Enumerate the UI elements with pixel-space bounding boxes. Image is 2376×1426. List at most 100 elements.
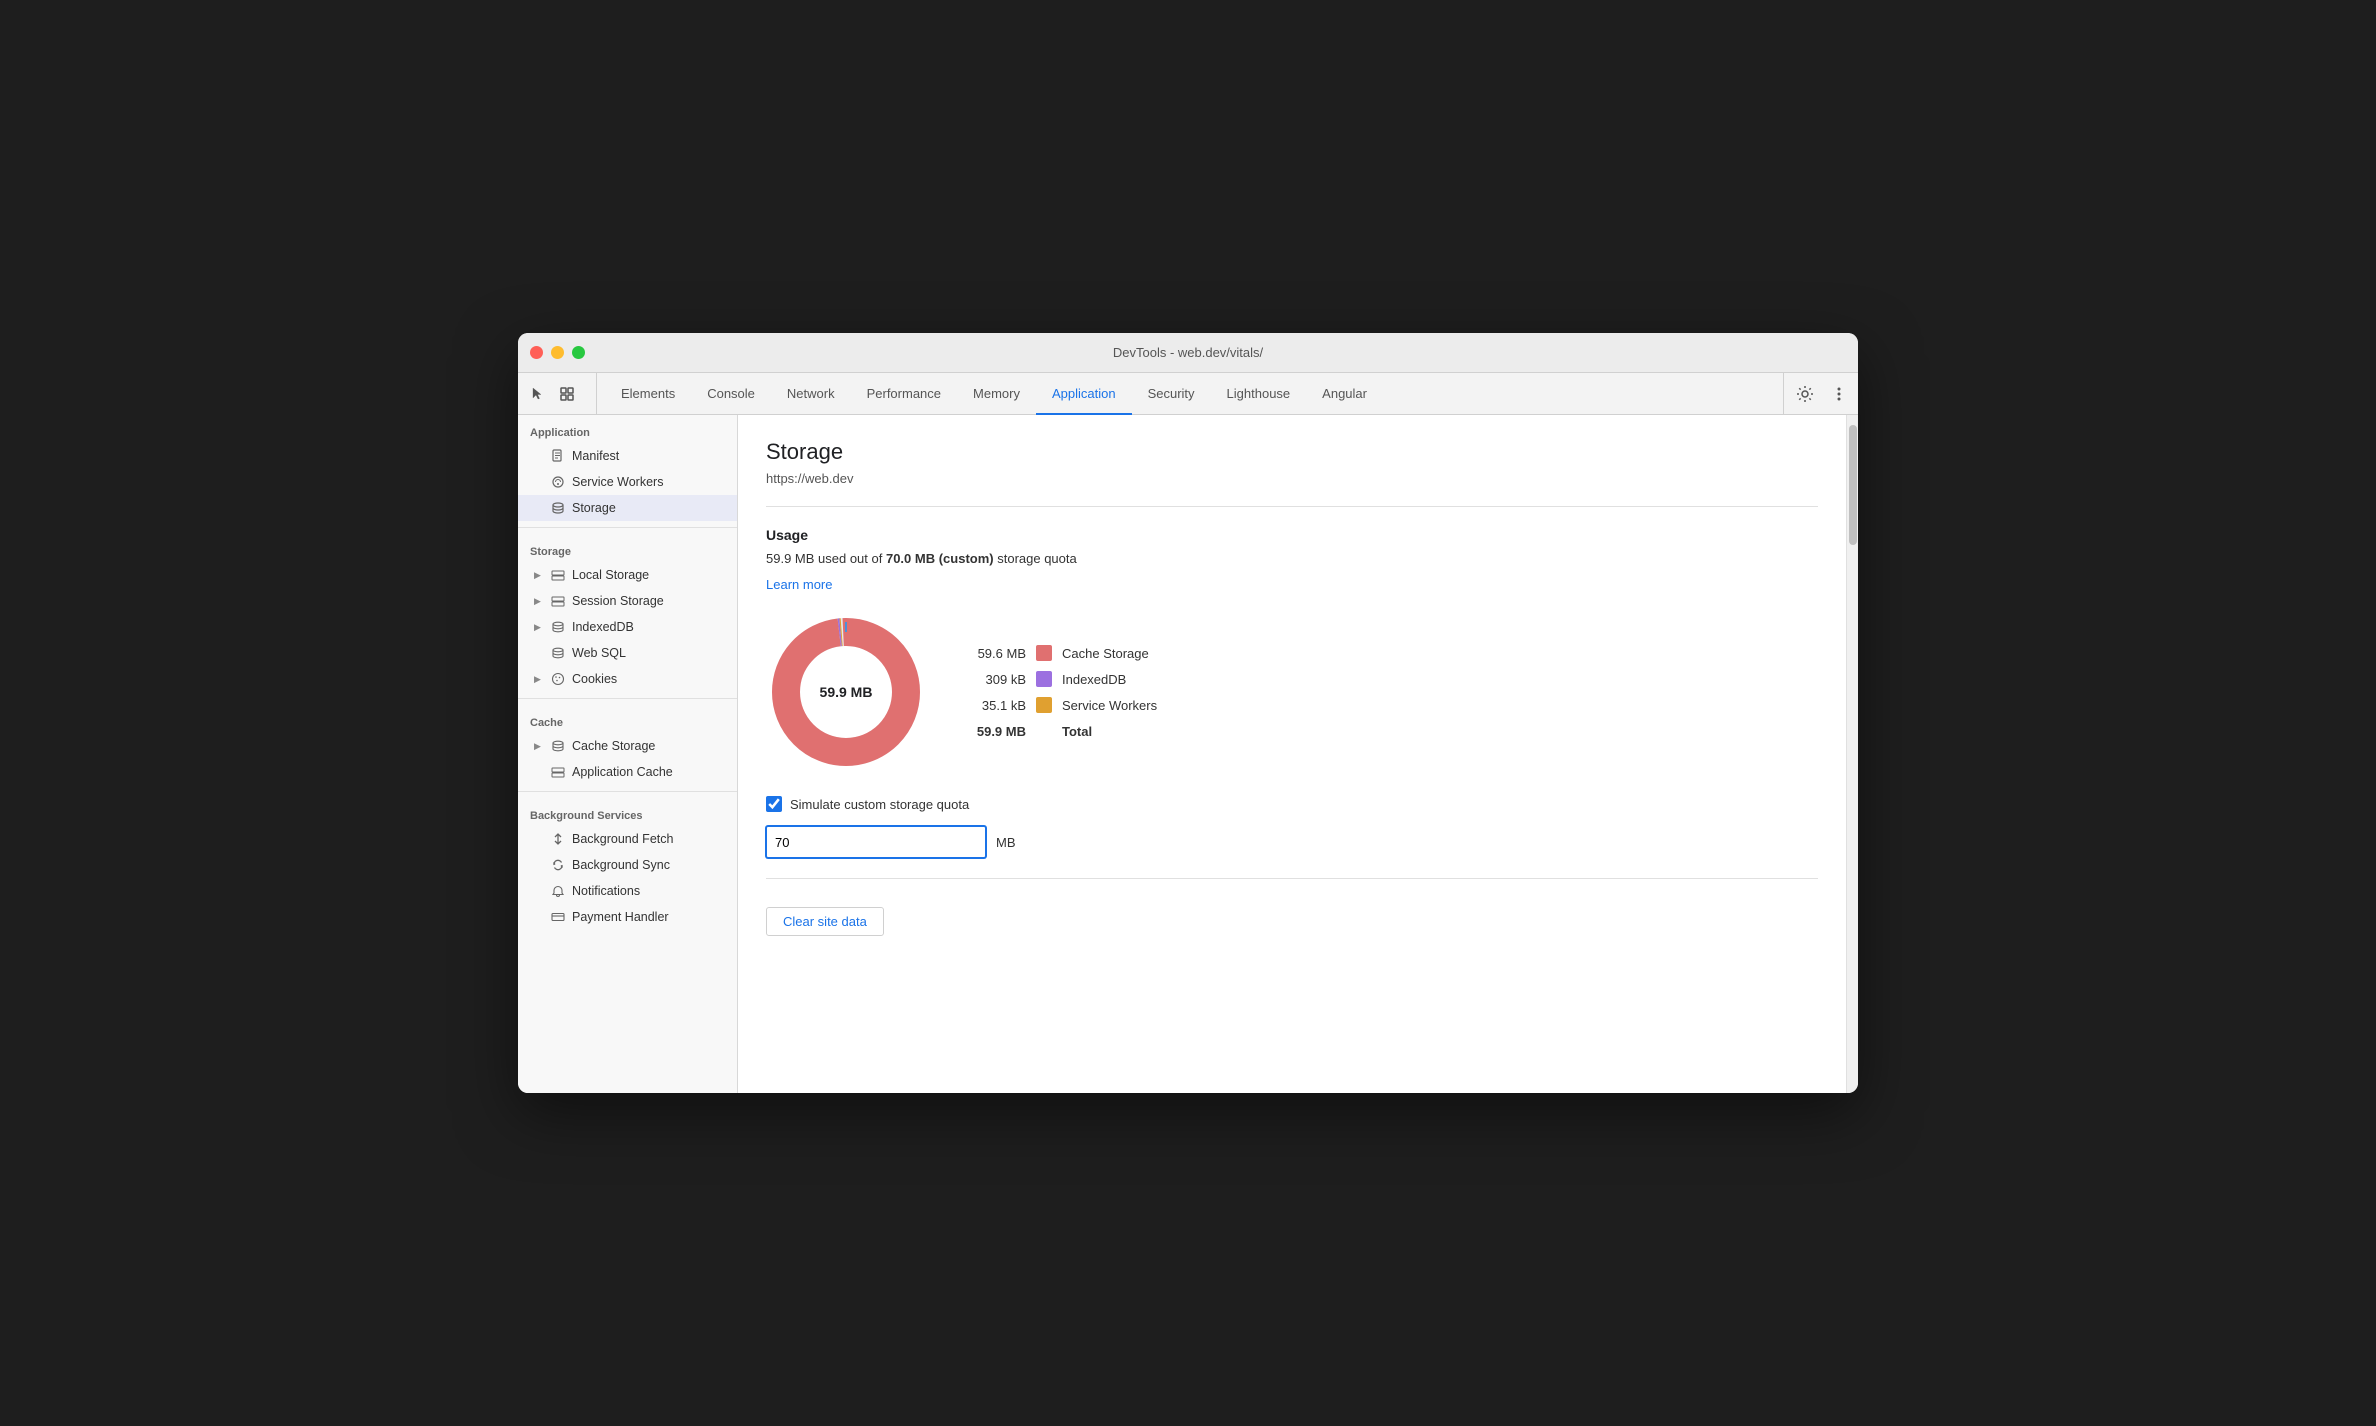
window-title: DevTools - web.dev/vitals/ xyxy=(1113,345,1263,360)
local-storage-icon xyxy=(550,567,566,583)
usage-suffix: storage quota xyxy=(994,551,1077,566)
sidebar-section-storage: Storage xyxy=(518,534,737,562)
cache-storage-label: Cache Storage xyxy=(572,739,655,753)
payment-handler-icon xyxy=(550,909,566,925)
cache-storage-icon xyxy=(550,738,566,754)
legend-color-indexeddb xyxy=(1036,671,1052,687)
legend-color-sw xyxy=(1036,697,1052,713)
tab-angular[interactable]: Angular xyxy=(1306,374,1383,415)
toolbar-left xyxy=(524,373,597,414)
legend-value-sw: 35.1 kB xyxy=(966,698,1026,713)
scrollbar-thumb[interactable] xyxy=(1849,425,1857,545)
background-sync-icon xyxy=(550,857,566,873)
tab-memory[interactable]: Memory xyxy=(957,374,1036,415)
legend-value-cache: 59.6 MB xyxy=(966,646,1026,661)
divider-1 xyxy=(518,527,737,528)
quota-unit: MB xyxy=(996,835,1016,850)
quota-input[interactable] xyxy=(766,826,986,858)
storage-icon xyxy=(550,500,566,516)
settings-icon[interactable] xyxy=(1792,381,1818,407)
sidebar-section-application: Application xyxy=(518,415,737,443)
legend-row-cache: 59.6 MB Cache Storage xyxy=(966,645,1157,661)
learn-more-link[interactable]: Learn more xyxy=(766,577,832,592)
indexeddb-icon xyxy=(550,619,566,635)
cursor-icon[interactable] xyxy=(524,381,550,407)
sidebar-item-background-sync[interactable]: Background Sync xyxy=(518,852,737,878)
web-sql-icon xyxy=(550,645,566,661)
panel-url: https://web.dev xyxy=(766,471,1818,486)
chart-legend: 59.6 MB Cache Storage 309 kB IndexedDB 3… xyxy=(966,645,1157,739)
close-button[interactable] xyxy=(530,346,543,359)
minimize-button[interactable] xyxy=(551,346,564,359)
sidebar-item-cache-storage[interactable]: ▶ Cache Storage xyxy=(518,733,737,759)
more-icon[interactable] xyxy=(1826,381,1852,407)
clear-site-data-button[interactable]: Clear site data xyxy=(766,907,884,936)
main-panel: Storage https://web.dev Usage 59.9 MB us… xyxy=(738,415,1846,1093)
legend-label-cache: Cache Storage xyxy=(1062,646,1149,661)
sidebar-item-indexeddb[interactable]: ▶ IndexedDB xyxy=(518,614,737,640)
tab-performance[interactable]: Performance xyxy=(851,374,957,415)
legend-value-indexeddb: 309 kB xyxy=(966,672,1026,687)
tab-console[interactable]: Console xyxy=(691,374,771,415)
expand-arrow-session: ▶ xyxy=(534,596,544,607)
sidebar-item-background-fetch[interactable]: Background Fetch xyxy=(518,826,737,852)
maximize-button[interactable] xyxy=(572,346,585,359)
inspect-icon[interactable] xyxy=(554,381,580,407)
divider-3 xyxy=(518,791,737,792)
legend-label-sw: Service Workers xyxy=(1062,698,1157,713)
sidebar-item-local-storage[interactable]: ▶ Local Storage xyxy=(518,562,737,588)
indexeddb-label: IndexedDB xyxy=(572,620,634,634)
sidebar-item-storage[interactable]: Storage xyxy=(518,495,737,521)
legend-value-total: 59.9 MB xyxy=(966,724,1026,739)
tab-network[interactable]: Network xyxy=(771,374,851,415)
session-storage-label: Session Storage xyxy=(572,594,664,608)
notifications-label: Notifications xyxy=(572,884,640,898)
storage-label: Storage xyxy=(572,501,616,515)
divider-2 xyxy=(518,698,737,699)
legend-color-total xyxy=(1036,723,1052,739)
legend-color-cache xyxy=(1036,645,1052,661)
sidebar-item-cookies[interactable]: ▶ Cookies xyxy=(518,666,737,692)
sidebar-item-application-cache[interactable]: Application Cache xyxy=(518,759,737,785)
sidebar-item-payment-handler[interactable]: Payment Handler xyxy=(518,904,737,930)
cookies-label: Cookies xyxy=(572,672,617,686)
usage-section: Usage 59.9 MB used out of 70.0 MB (custo… xyxy=(766,527,1818,858)
titlebar: DevTools - web.dev/vitals/ xyxy=(518,333,1858,373)
usage-description: 59.9 MB used out of 70.0 MB (custom) sto… xyxy=(766,551,1818,566)
tabbar: Elements Console Network Performance Mem… xyxy=(518,373,1858,415)
traffic-lights xyxy=(530,346,585,359)
tab-security[interactable]: Security xyxy=(1132,374,1211,415)
application-cache-icon xyxy=(550,764,566,780)
checkbox-row: Simulate custom storage quota xyxy=(766,796,1818,812)
tabbar-right xyxy=(1783,373,1852,414)
sidebar: Application Manifest Service Workers xyxy=(518,415,738,1093)
sidebar-item-manifest[interactable]: Manifest xyxy=(518,443,737,469)
legend-row-sw: 35.1 kB Service Workers xyxy=(966,697,1157,713)
panel-title: Storage xyxy=(766,439,1818,465)
payment-handler-label: Payment Handler xyxy=(572,910,669,924)
usage-quota-bold: 70.0 MB (custom) xyxy=(886,551,994,566)
tab-lighthouse[interactable]: Lighthouse xyxy=(1211,374,1307,415)
tab-application[interactable]: Application xyxy=(1036,374,1132,415)
sidebar-item-service-workers[interactable]: Service Workers xyxy=(518,469,737,495)
sidebar-item-session-storage[interactable]: ▶ Session Storage xyxy=(518,588,737,614)
simulate-quota-label: Simulate custom storage quota xyxy=(790,797,969,812)
expand-arrow-cache: ▶ xyxy=(534,741,544,752)
tab-elements[interactable]: Elements xyxy=(605,374,691,415)
simulate-quota-checkbox[interactable] xyxy=(766,796,782,812)
section-divider-bottom xyxy=(766,878,1818,879)
panel-scrollbar[interactable] xyxy=(1846,415,1858,1093)
chart-row: 59.9 MB 59.6 MB Cache Storage 309 kB Ind… xyxy=(766,612,1818,772)
service-workers-label: Service Workers xyxy=(572,475,663,489)
tabs-list: Elements Console Network Performance Mem… xyxy=(605,373,1783,414)
manifest-label: Manifest xyxy=(572,449,619,463)
sidebar-section-cache: Cache xyxy=(518,705,737,733)
expand-arrow-local: ▶ xyxy=(534,570,544,581)
background-sync-label: Background Sync xyxy=(572,858,670,872)
sidebar-item-notifications[interactable]: Notifications xyxy=(518,878,737,904)
sidebar-item-web-sql[interactable]: Web SQL xyxy=(518,640,737,666)
donut-center-label: 59.9 MB xyxy=(820,684,873,700)
donut-chart: 59.9 MB xyxy=(766,612,926,772)
devtools-window: DevTools - web.dev/vitals/ Elements Cons… xyxy=(518,333,1858,1093)
legend-label-indexeddb: IndexedDB xyxy=(1062,672,1126,687)
